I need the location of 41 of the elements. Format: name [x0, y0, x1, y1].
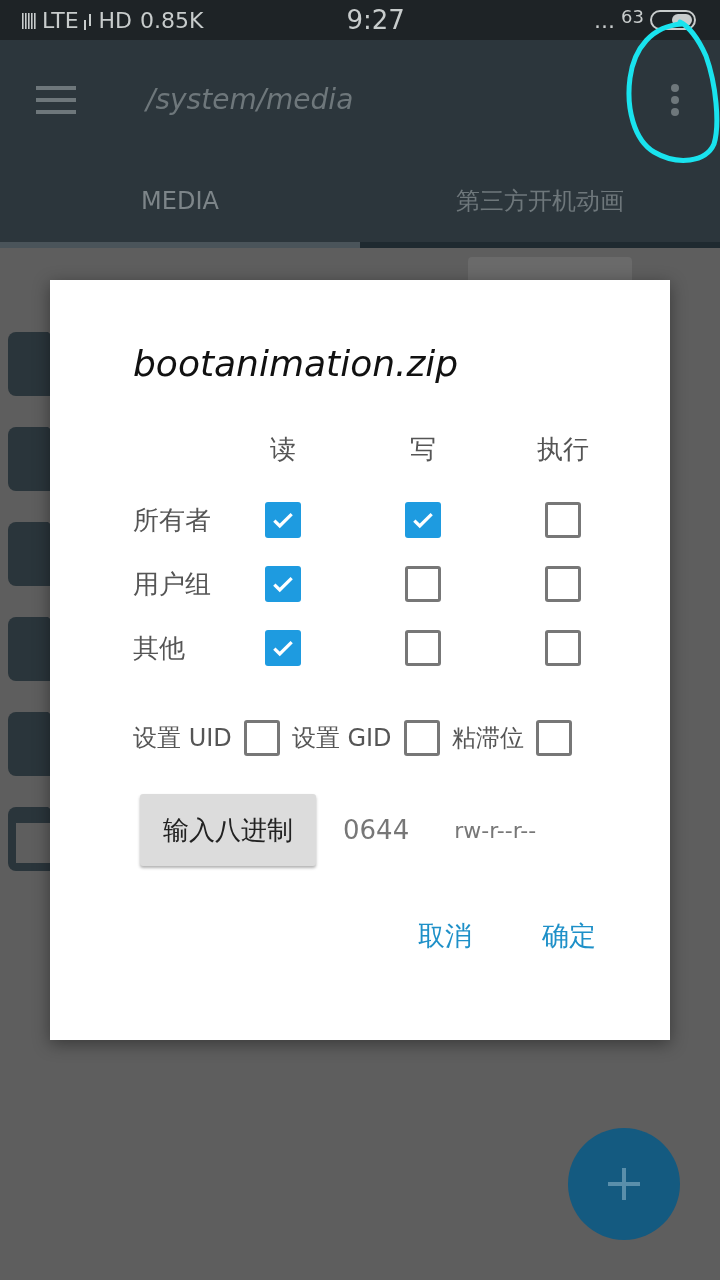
checkbox[interactable]	[545, 630, 581, 666]
menu-icon[interactable]	[36, 85, 76, 115]
checkbox[interactable]	[545, 502, 581, 538]
dialog-button[interactable]: 取消	[418, 916, 472, 957]
octal-value: 0644	[343, 813, 410, 847]
tab[interactable]: 第三方开机动画	[360, 160, 720, 248]
option-label: 设置 GID	[291, 723, 392, 754]
battery-icon	[650, 10, 698, 30]
checkbox[interactable]	[265, 630, 301, 666]
checkbox[interactable]	[403, 720, 440, 756]
column-header: 读	[270, 432, 296, 466]
checkbox[interactable]	[265, 502, 301, 538]
option-label: 设置 UID	[133, 723, 232, 754]
checkbox[interactable]	[535, 720, 572, 756]
checkbox[interactable]	[545, 566, 581, 602]
hd-indicator: HD	[98, 6, 133, 35]
octal-input-button[interactable]: 输入八进制	[140, 794, 316, 866]
more-options-icon[interactable]	[670, 83, 680, 117]
checkbox[interactable]	[405, 502, 441, 538]
plus-icon	[608, 1168, 640, 1200]
network-speed: 0.85K	[140, 6, 204, 35]
path-title: /system/media	[146, 82, 354, 118]
symbolic-permissions: rw-r--r--	[454, 816, 537, 845]
network-type: LTE	[42, 6, 79, 35]
checkbox[interactable]	[265, 566, 301, 602]
option-label: 粘滞位	[451, 723, 524, 754]
row-label: 其他	[133, 631, 185, 665]
column-header: 执行	[537, 432, 589, 466]
clock: 9:27	[346, 3, 405, 37]
tab[interactable]: MEDIA	[0, 160, 360, 248]
more-notifications: ...	[594, 6, 616, 35]
checkbox[interactable]	[243, 720, 280, 756]
signal-icon	[22, 11, 36, 29]
checkbox[interactable]	[405, 630, 441, 666]
dialog-button[interactable]: 确定	[542, 916, 596, 957]
row-label: 用户组	[133, 567, 211, 601]
row-label: 所有者	[133, 503, 211, 537]
dialog-title: bootanimation.zip	[133, 346, 460, 382]
battery-level: 63	[621, 4, 644, 29]
column-header: 写	[410, 432, 436, 466]
checkbox[interactable]	[405, 566, 441, 602]
